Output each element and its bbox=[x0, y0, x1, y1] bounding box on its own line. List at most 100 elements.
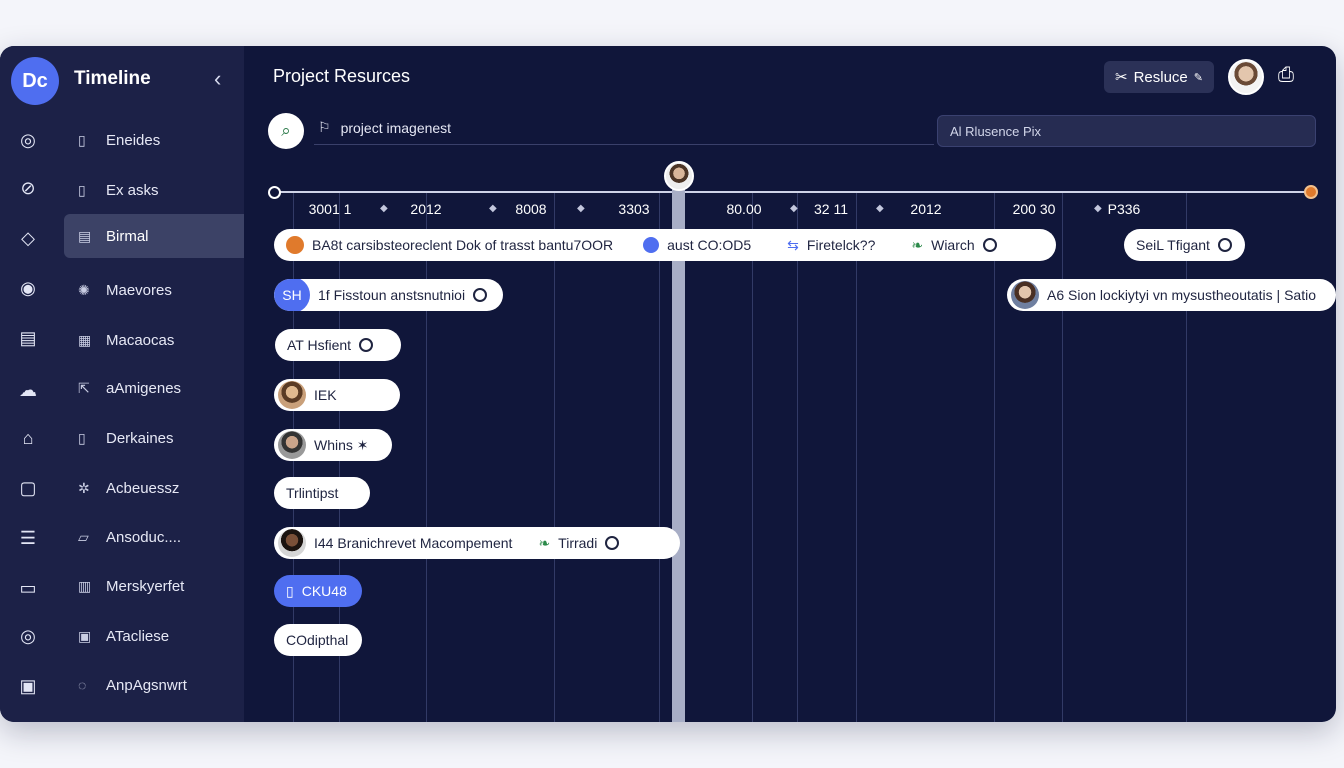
share-icon: ⇱ bbox=[78, 379, 90, 396]
sidebar-item-maevores[interactable]: ✺ Maevores bbox=[64, 268, 244, 312]
grid-line bbox=[1186, 193, 1187, 722]
phone-icon[interactable]: ▢ bbox=[14, 474, 42, 502]
timeline-end-marker[interactable] bbox=[1304, 185, 1318, 199]
document-icon: ▯ bbox=[78, 429, 86, 446]
reschedule-button[interactable]: ✂ Resluce ✎ bbox=[1104, 61, 1214, 93]
timeline-bar[interactable]: A6 Sion lockiytyi vn mysustheoutatis | S… bbox=[1007, 279, 1336, 311]
status-dot bbox=[643, 237, 660, 253]
resource-filter-input[interactable]: Al Rlusence Pix bbox=[937, 115, 1316, 147]
avatar bbox=[278, 381, 306, 409]
sidebar: Dc Timeline ‹ ◎ ⊘ ◇ ◉ ▤ ☁ ⌂ ▢ ☰ ▭ ◎ ▣ ▯ E… bbox=[0, 46, 244, 722]
tick-label: P336 bbox=[1107, 201, 1141, 217]
status-ring-icon bbox=[359, 338, 374, 352]
status-ring-icon bbox=[605, 536, 620, 550]
diamond-icon[interactable]: ◇ bbox=[14, 224, 42, 252]
edit-icon: ▱ bbox=[78, 528, 89, 545]
tick-label: 2012 bbox=[910, 201, 942, 217]
cloud-icon[interactable]: ☁ bbox=[14, 376, 42, 404]
sidebar-item-atacliese[interactable]: ▣ ATacliese bbox=[64, 614, 244, 658]
tick-label: 8008 bbox=[515, 201, 547, 217]
app-logo[interactable]: Dc bbox=[11, 57, 59, 105]
timeline-start-marker[interactable] bbox=[268, 186, 281, 199]
scissors-icon: ✂ bbox=[1115, 69, 1128, 86]
location-icon[interactable]: ◉ bbox=[14, 274, 42, 302]
grid-line bbox=[659, 193, 660, 722]
avatar bbox=[1011, 281, 1039, 309]
diamond-icon: ◆ bbox=[380, 203, 388, 214]
user-initials-badge: SH bbox=[274, 279, 310, 311]
grid-line bbox=[856, 193, 857, 722]
flag-icon: ⚐ bbox=[318, 119, 331, 135]
app-title: Timeline bbox=[74, 68, 151, 89]
grid-line bbox=[752, 193, 753, 722]
diamond-icon: ◆ bbox=[790, 203, 798, 214]
notification-icon[interactable]: ⎙ bbox=[1278, 64, 1294, 87]
grid-line bbox=[1062, 193, 1063, 722]
tick-label: 3001 1 bbox=[308, 201, 352, 217]
status-ring-icon bbox=[982, 238, 997, 252]
sidebar-item-ex-asks[interactable]: ▯ Ex asks bbox=[64, 168, 244, 212]
grid-line bbox=[554, 193, 555, 722]
sidebar-item-merskyerfet[interactable]: ▥ Merskyerfet bbox=[64, 564, 244, 608]
timeline-bar[interactable]: SH 1f Fisstoun anstsnutnioi bbox=[274, 279, 503, 311]
divider bbox=[314, 144, 934, 145]
app-window: Dc Timeline ‹ ◎ ⊘ ◇ ◉ ▤ ☁ ⌂ ▢ ☰ ▭ ◎ ▣ ▯ E… bbox=[0, 46, 1336, 722]
avatar[interactable] bbox=[1228, 59, 1264, 95]
spinner-icon: ✺ bbox=[78, 281, 90, 298]
avatar bbox=[278, 529, 306, 557]
timeline-bar[interactable]: Whins ✶ bbox=[274, 429, 392, 461]
status-ring-icon bbox=[473, 288, 488, 302]
timeline-bar[interactable]: SeiL Tfigant bbox=[1124, 229, 1245, 261]
timeline-bar[interactable]: ▯ CKU48 bbox=[274, 575, 362, 607]
sidebar-item-eneides[interactable]: ▯ Eneides bbox=[64, 118, 244, 162]
search-icon[interactable]: ⊘ bbox=[14, 174, 42, 202]
help-icon: ◌ bbox=[78, 677, 87, 693]
link-icon: ⇆ bbox=[787, 236, 799, 253]
tick-label: 32 11 bbox=[814, 201, 848, 217]
sidebar-item-acbeuessz[interactable]: ✲ Acbeuessz bbox=[64, 466, 244, 510]
breadcrumb[interactable]: ⚐ project imagenest bbox=[318, 119, 451, 136]
layers-icon[interactable]: ☰ bbox=[14, 524, 42, 552]
headset-icon[interactable]: ◎ bbox=[14, 126, 42, 154]
timeline-axis bbox=[274, 191, 1314, 193]
diamond-icon: ◆ bbox=[489, 203, 497, 214]
target-icon[interactable]: ◎ bbox=[14, 622, 42, 650]
sidebar-item-aamigenes[interactable]: ⇱ aAmigenes bbox=[64, 366, 244, 410]
timeline-bar[interactable]: Trlintipst bbox=[274, 477, 370, 509]
inbox-icon[interactable]: ▤ bbox=[14, 324, 42, 352]
timeline-bar[interactable]: AT Hsfient bbox=[275, 329, 401, 361]
diamond-icon: ◆ bbox=[876, 203, 884, 214]
main-panel: Project Resurces ✂ Resluce ✎ ⎙ ⌕ ⚐ project … bbox=[244, 46, 1336, 722]
leaf-icon: ❧ bbox=[911, 236, 924, 253]
tasks-icon: ▯ bbox=[78, 181, 86, 198]
box-icon: ▣ bbox=[78, 627, 92, 644]
chevron-left-icon[interactable]: ‹ bbox=[214, 66, 221, 92]
timeline-bar[interactable]: IEK bbox=[274, 379, 400, 411]
calendar-icon: ▯ bbox=[78, 131, 86, 148]
timeline-bar[interactable]: I44 Branichrevet Macompement ❧ Tirradi bbox=[274, 527, 680, 559]
current-time-avatar[interactable] bbox=[664, 161, 694, 191]
document-icon: ▯ bbox=[286, 582, 294, 599]
tick-label: 200 30 bbox=[1012, 201, 1056, 217]
status-ring-icon bbox=[1217, 238, 1232, 252]
search-icon[interactable]: ⌕ bbox=[268, 113, 304, 149]
edit-icon: ✎ bbox=[1193, 71, 1203, 84]
status-dot bbox=[286, 236, 304, 254]
timeline-bar[interactable]: BA8t carsibsteoreclent Dok of trasst ban… bbox=[274, 229, 1056, 261]
timeline-bar[interactable]: COdipthal bbox=[274, 624, 362, 656]
home-icon[interactable]: ⌂ bbox=[14, 424, 42, 452]
grid-line bbox=[797, 193, 798, 722]
diamond-icon: ◆ bbox=[577, 203, 585, 214]
sidebar-item-derkaines[interactable]: ▯ Derkaines bbox=[64, 416, 244, 460]
sidebar-item-birmal[interactable]: ▤ Birmal bbox=[64, 214, 244, 258]
tick-label: 2012 bbox=[410, 201, 442, 217]
tick-label: 3303 bbox=[618, 201, 650, 217]
sidebar-item-macaocas[interactable]: ▦ Macaocas bbox=[64, 318, 244, 362]
settings-icon: ✲ bbox=[78, 479, 90, 496]
sidebar-item-anpagsnwrt[interactable]: ◌ AnpAgsnwrt bbox=[64, 663, 244, 707]
grid-line bbox=[994, 193, 995, 722]
message-icon[interactable]: ▭ bbox=[14, 574, 42, 602]
chart-icon: ▥ bbox=[78, 577, 92, 594]
sidebar-item-ansoduc[interactable]: ▱ Ansoduc.... bbox=[64, 515, 244, 559]
calendar-icon[interactable]: ▣ bbox=[14, 672, 42, 700]
